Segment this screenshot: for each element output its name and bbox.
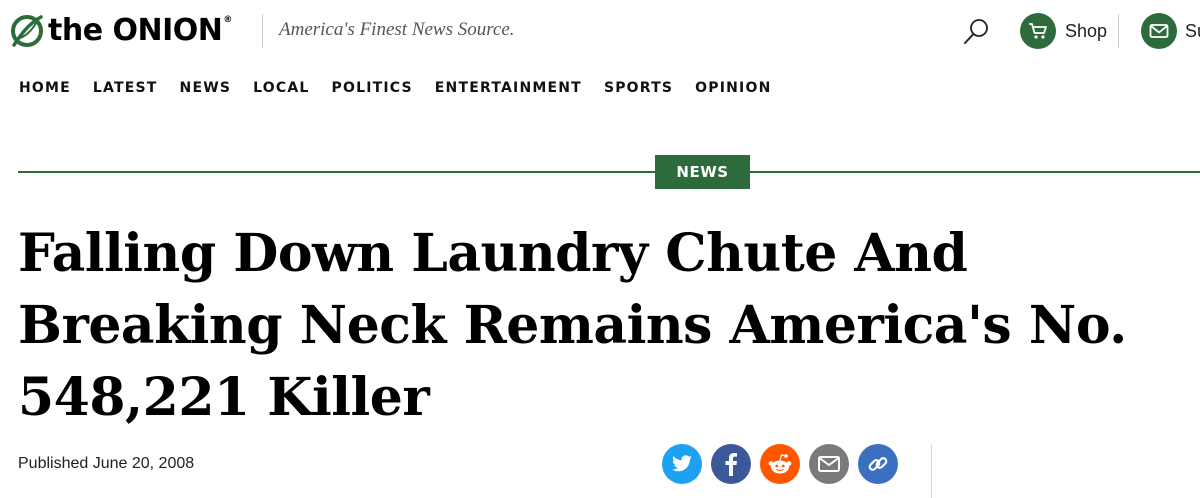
top-bar: the ONION® America's Finest News Source.… bbox=[0, 0, 1200, 64]
section-tag[interactable]: NEWS bbox=[655, 155, 750, 189]
share-divider bbox=[931, 444, 932, 498]
email-icon bbox=[818, 456, 840, 472]
subscribe-label: Su bbox=[1185, 20, 1200, 41]
search-icon bbox=[964, 19, 988, 44]
subscribe-button[interactable]: Su bbox=[1141, 13, 1200, 49]
search-button[interactable] bbox=[960, 16, 992, 48]
tagline: America's Finest News Source. bbox=[279, 19, 515, 40]
facebook-icon bbox=[725, 453, 737, 476]
share-bar bbox=[662, 444, 907, 484]
facebook-share-button[interactable] bbox=[711, 444, 751, 484]
nav-news[interactable]: NEWS bbox=[180, 80, 232, 96]
onion-leaf-icon bbox=[11, 15, 43, 47]
logo-wordmark: the ONION® bbox=[48, 13, 232, 48]
header-divider bbox=[1118, 14, 1119, 48]
nav-latest[interactable]: LATEST bbox=[93, 80, 158, 96]
envelope-icon bbox=[1141, 13, 1177, 49]
nav-opinion[interactable]: OPINION bbox=[695, 80, 771, 96]
nav-sports[interactable]: SPORTS bbox=[604, 80, 673, 96]
reddit-icon bbox=[768, 454, 792, 474]
onion-logo[interactable]: the ONION® bbox=[10, 10, 232, 52]
nav-home[interactable]: HOME bbox=[19, 80, 71, 96]
cart-icon bbox=[1020, 13, 1056, 49]
shop-label: Shop bbox=[1065, 20, 1108, 41]
twitter-share-button[interactable] bbox=[662, 444, 702, 484]
section-rule bbox=[18, 171, 1200, 173]
nav-politics[interactable]: POLITICS bbox=[332, 80, 413, 96]
article-headline: Falling Down Laundry Chute And Breaking … bbox=[18, 223, 1127, 428]
email-share-button[interactable] bbox=[809, 444, 849, 484]
reddit-share-button[interactable] bbox=[760, 444, 800, 484]
header-divider bbox=[262, 14, 263, 48]
twitter-icon bbox=[672, 455, 692, 472]
link-icon bbox=[868, 457, 888, 471]
shop-button[interactable]: Shop bbox=[1020, 13, 1107, 49]
nav-entertainment[interactable]: ENTERTAINMENT bbox=[435, 80, 582, 96]
nav-local[interactable]: LOCAL bbox=[253, 80, 309, 96]
copy-link-button[interactable] bbox=[858, 444, 898, 484]
published-date: Published June 20, 2008 bbox=[18, 455, 195, 472]
main-nav: HOME LATEST NEWS LOCAL POLITICS ENTERTAI… bbox=[19, 80, 794, 96]
